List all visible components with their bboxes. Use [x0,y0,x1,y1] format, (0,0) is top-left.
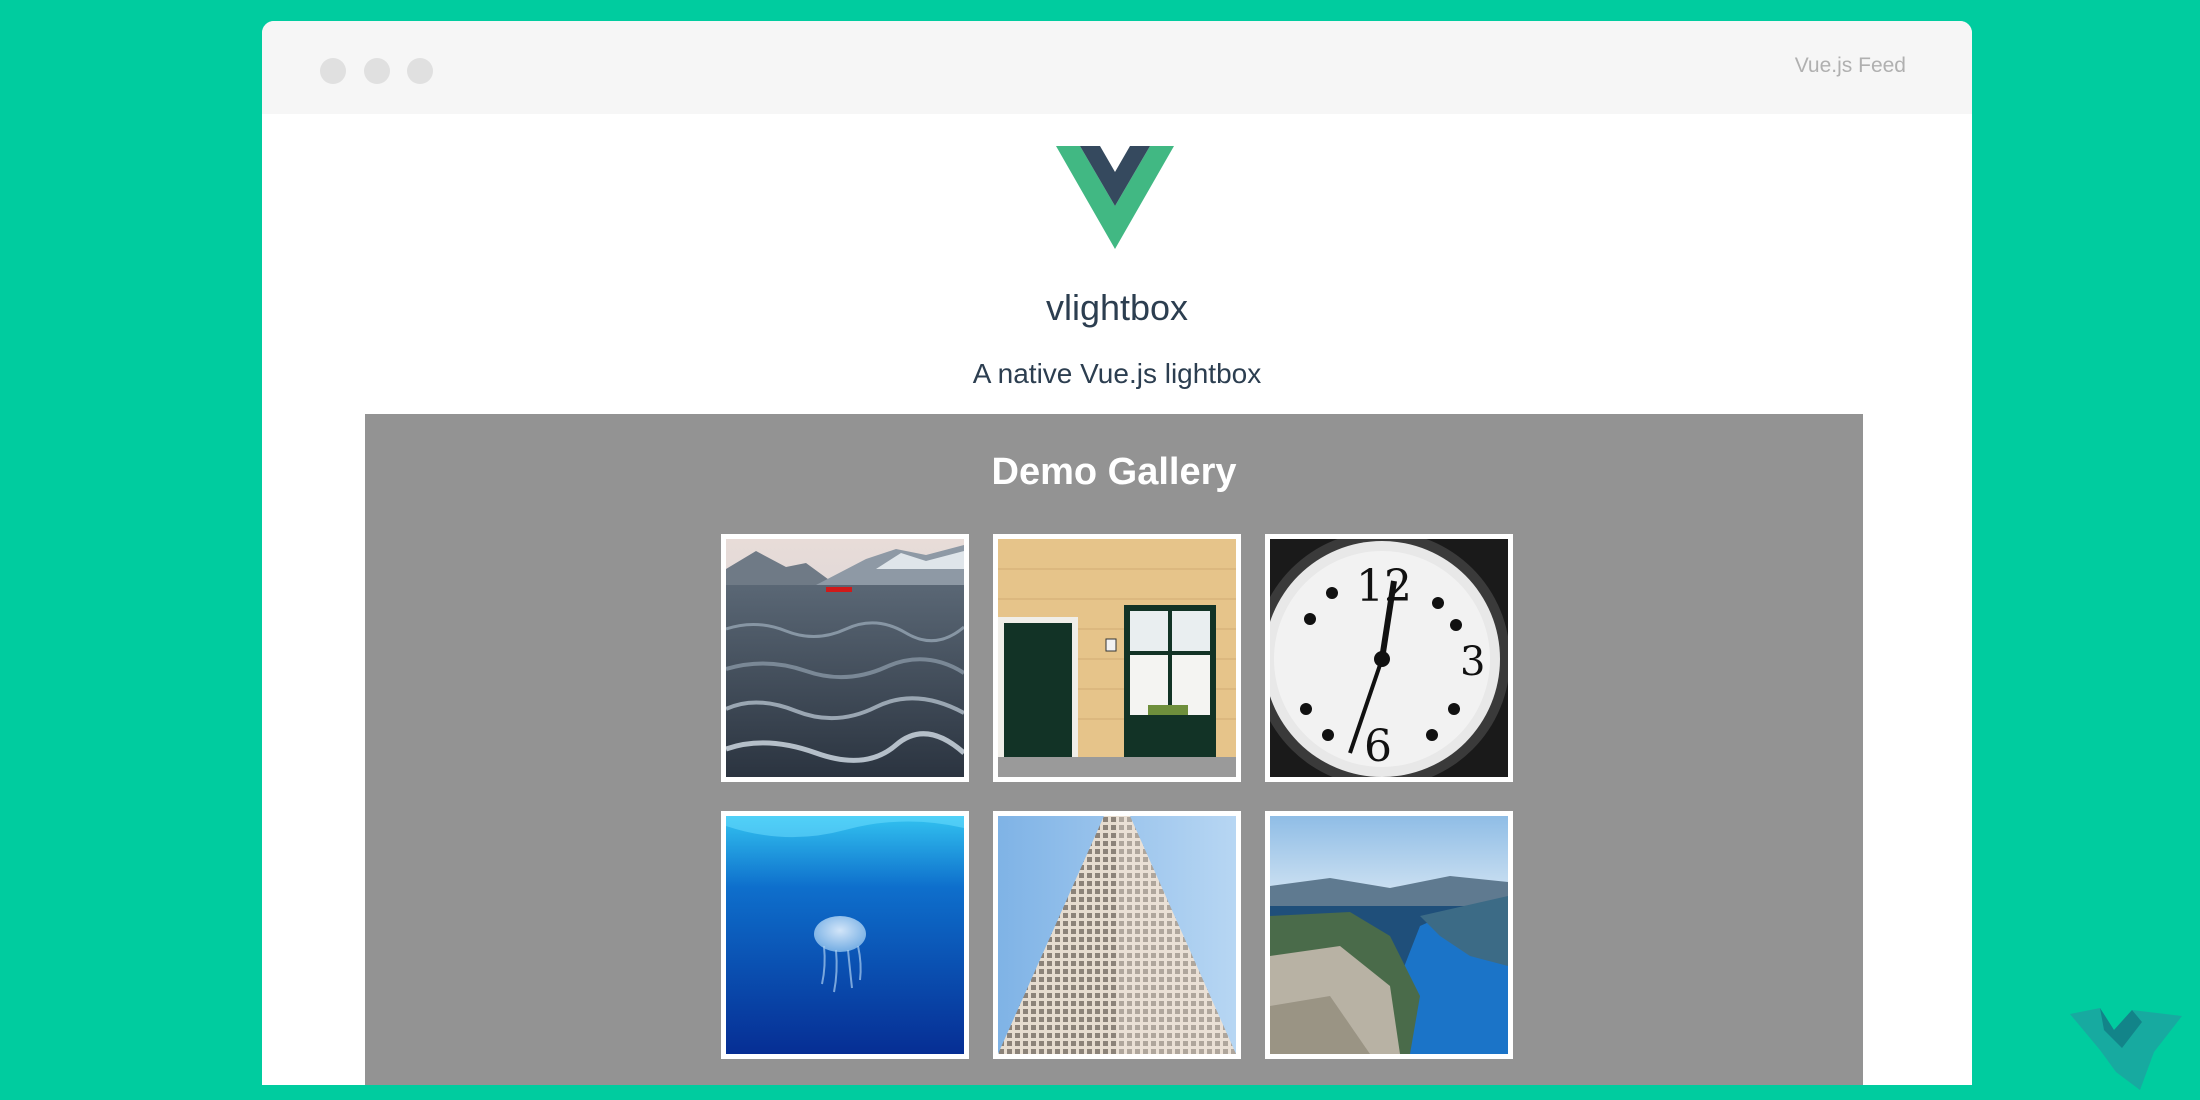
gallery-thumbnail-fjord[interactable] [1265,811,1513,1059]
svg-text:6: 6 [1364,721,1392,772]
window-minimize-dot[interactable] [364,58,390,84]
gallery-heading: Demo Gallery [991,451,1237,493]
gallery-thumbnail-house[interactable] [993,534,1241,782]
page-subtitle: A native Vue.js lightbox [972,358,1262,389]
ocean-waves-mountains-image [726,539,964,777]
window-close-dot[interactable] [320,58,346,84]
window-titlebar: Vue.js Feed [262,21,1972,114]
vue-logo-icon [1056,146,1174,249]
demo-gallery-panel: Demo Gallery 12 3 6 [365,414,1863,1085]
site-label: Vue.js Feed [1794,54,1906,77]
underwater-jellyfish-image [726,816,964,1054]
browser-window: Vue.js Feed vlightbox A native Vue.js li… [262,21,1972,1085]
gallery-thumbnail-ocean[interactable] [721,534,969,782]
fjord-cliff-landscape-image [1270,816,1508,1054]
window-maximize-dot[interactable] [407,58,433,84]
page-title: vlightbox [1045,287,1189,328]
watermark-logo-icon [2070,1008,2182,1090]
svg-text:3: 3 [1460,639,1485,685]
gallery-thumbnail-skyscraper[interactable] [993,811,1241,1059]
yellow-brick-house-door-image [998,539,1236,777]
clock-face-image: 12 3 6 [1270,539,1508,777]
skyscraper-looking-up-image [998,816,1236,1054]
svg-text:12: 12 [1356,561,1412,612]
gallery-thumbnail-jellyfish[interactable] [721,811,969,1059]
gallery-thumbnail-clock[interactable]: 12 3 6 [1265,534,1513,782]
